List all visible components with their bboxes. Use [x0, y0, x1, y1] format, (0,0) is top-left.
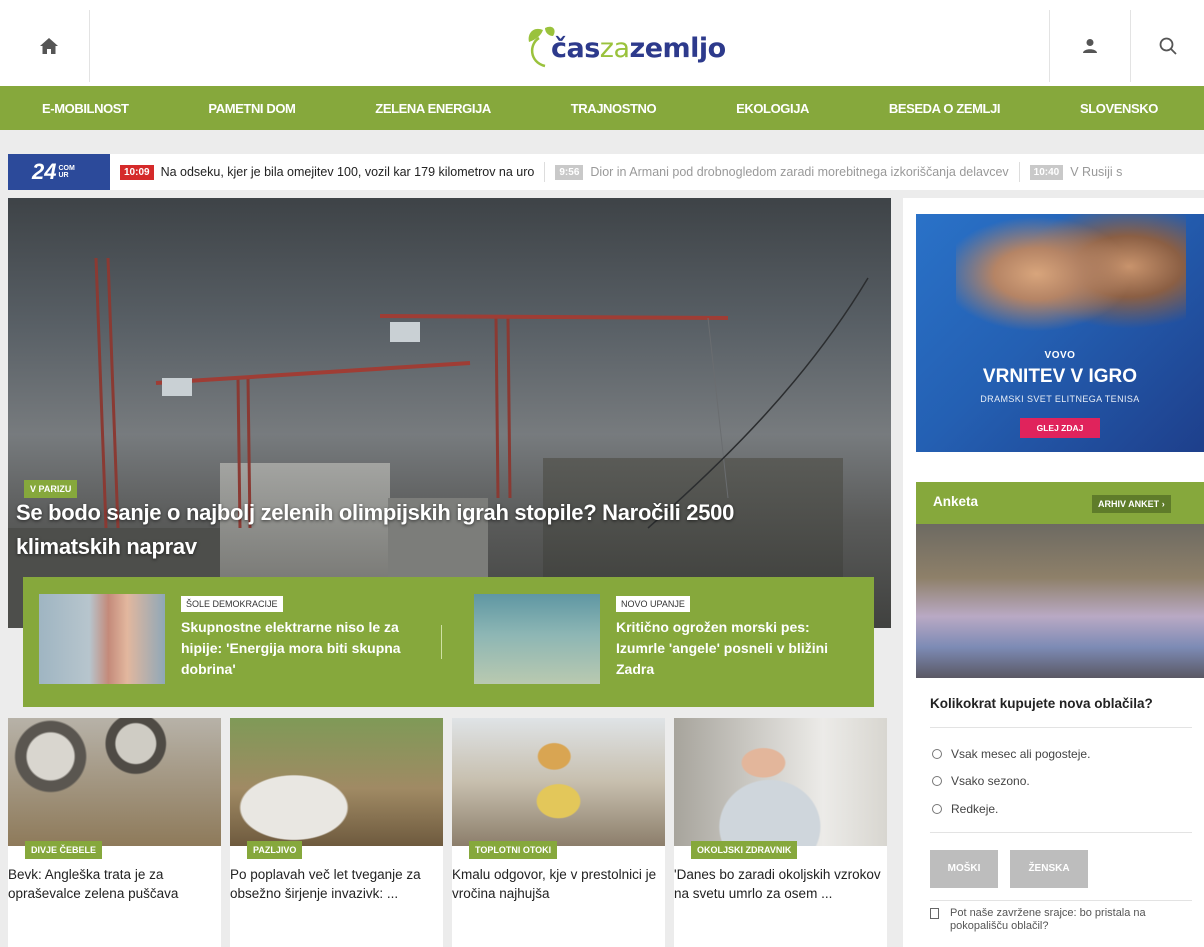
- poll-option-label[interactable]: Redkeje.: [951, 802, 998, 816]
- poll-option[interactable]: Vsak mesec ali pogosteje.: [932, 747, 1090, 761]
- article-card-image[interactable]: [230, 718, 443, 846]
- ticker-time: 9:56: [555, 164, 584, 180]
- featured-article-image[interactable]: [39, 594, 165, 684]
- poll-image: [916, 524, 1204, 678]
- article-card-kicker[interactable]: OKOLJSKI ZDRAVNIK: [691, 841, 798, 859]
- poll-divider: [930, 832, 1192, 833]
- ticker-divider: [1018, 162, 1020, 182]
- featured-article-title[interactable]: Skupnostne elektrarne niso le za hipije:…: [181, 617, 411, 680]
- ticker-item[interactable]: 10:09 Na odseku, kjer je bila omejitev 1…: [120, 164, 535, 180]
- ticker-time: 10:40: [1029, 164, 1064, 180]
- ticker-text: Dior in Armani pod drobnogledom zaradi m…: [590, 165, 1009, 179]
- poll-divider: [930, 900, 1192, 901]
- article-card-image[interactable]: [674, 718, 887, 846]
- article-card-kicker[interactable]: PAZLJIVO: [247, 841, 303, 859]
- site-logo[interactable]: časzazemljo: [523, 20, 726, 70]
- ad-image: [956, 214, 1186, 364]
- article-card-image[interactable]: [452, 718, 665, 846]
- article-card-title[interactable]: Bevk: Angleška trata je za opraševalce z…: [8, 865, 221, 903]
- document-icon: [930, 908, 939, 919]
- featured-articles: ŠOLE DEMOKRACIJE Skupnostne elektrarne n…: [23, 577, 874, 707]
- article-card-kicker[interactable]: TOPLOTNI OTOKI: [469, 841, 558, 859]
- ticker-text: V Rusiji s: [1070, 165, 1123, 179]
- related-article[interactable]: Pot naše zavržene srajce: bo pristala na…: [930, 907, 1180, 933]
- poll-option-label[interactable]: Vsak mesec ali pogosteje.: [951, 747, 1090, 761]
- article-card-title[interactable]: Kmalu odgovor, kje v prestolnici je vroč…: [452, 865, 665, 903]
- poll-title: Anketa: [933, 494, 979, 509]
- nav-item-e-mobilnost[interactable]: E-MOBILNOST: [42, 101, 129, 116]
- main-navigation: E-MOBILNOST PAMETNI DOM ZELENA ENERGIJA …: [0, 86, 1204, 130]
- nav-item-beseda-o-zemlji[interactable]: BESEDA O ZEMLJI: [889, 101, 1001, 116]
- user-button[interactable]: [1049, 10, 1131, 82]
- nav-item-pametni-dom[interactable]: PAMETNI DOM: [208, 101, 295, 116]
- poll-button-male[interactable]: MOŠKI: [930, 850, 998, 888]
- article-card[interactable]: DIVJE ČEBELE Bevk: Angleška trata je za …: [8, 718, 221, 947]
- advertisement-banner[interactable]: VOVO VRNITEV V IGRO DRAMSKI SVET ELITNEG…: [916, 214, 1204, 452]
- poll-option-label[interactable]: Vsako sezono.: [951, 774, 1030, 788]
- ad-subline: DRAMSKI SVET ELITNEGA TENISA: [980, 394, 1140, 404]
- search-button[interactable]: [1131, 10, 1204, 82]
- nav-item-slovensko[interactable]: SLOVENSKO: [1080, 101, 1158, 116]
- 24ur-logo[interactable]: 24 COM UR: [8, 154, 110, 190]
- nav-item-zelena-energija[interactable]: ZELENA ENERGIJA: [375, 101, 491, 116]
- poll-widget: Anketa ARHIV ANKET › Kolikokrat kupujete…: [916, 482, 1204, 947]
- ad-headline: VRNITEV V IGRO: [982, 366, 1138, 387]
- ad-brand: VOVO: [1044, 350, 1076, 361]
- ad-cta-button[interactable]: GLEJ ZDAJ: [1020, 418, 1100, 438]
- user-icon: [1083, 39, 1097, 53]
- home-button[interactable]: [8, 10, 90, 82]
- site-header: časzazemljo: [0, 0, 1204, 86]
- poll-header: Anketa ARHIV ANKET ›: [916, 482, 1204, 524]
- search-icon: [1159, 37, 1177, 55]
- radio-icon[interactable]: [932, 749, 942, 759]
- nav-item-trajnostno[interactable]: TRAJNOSTNO: [571, 101, 657, 116]
- hero-article[interactable]: V PARIZU Se bodo sanje o najbolj zelenih…: [8, 198, 891, 628]
- article-card-kicker[interactable]: DIVJE ČEBELE: [25, 841, 103, 859]
- poll-option[interactable]: Vsako sezono.: [932, 774, 1030, 788]
- featured-article-label[interactable]: ŠOLE DEMOKRACIJE: [181, 596, 283, 612]
- ticker-item[interactable]: 9:56 Dior in Armani pod drobnogledom zar…: [555, 164, 1009, 180]
- featured-article[interactable]: ŠOLE DEMOKRACIJE Skupnostne elektrarne n…: [39, 594, 411, 684]
- featured-article-title[interactable]: Kritično ogrožen morski pes: Izumrle 'an…: [616, 617, 846, 680]
- ticker-time: 10:09: [120, 164, 154, 180]
- featured-divider: [441, 625, 442, 659]
- poll-button-female[interactable]: ŽENSKA: [1010, 850, 1088, 888]
- article-card[interactable]: PAZLJIVO Po poplavah več let tveganje za…: [230, 718, 443, 947]
- news-ticker: 24 COM UR 10:09 Na odseku, kjer je bila om…: [8, 154, 1204, 190]
- ticker-divider: [544, 162, 546, 182]
- logo-text: časzazemljo: [551, 32, 726, 64]
- article-cards: DIVJE ČEBELE Bevk: Angleška trata je za …: [8, 718, 892, 947]
- ticker-item[interactable]: 10:40 V Rusiji s: [1029, 164, 1123, 180]
- poll-question: Kolikokrat kupujete nova oblačila?: [930, 696, 1153, 711]
- article-card[interactable]: OKOLJSKI ZDRAVNIK 'Danes bo zaradi okolj…: [674, 718, 887, 947]
- ticker-text: Na odseku, kjer je bila omejitev 100, vo…: [160, 165, 535, 179]
- featured-article-image[interactable]: [474, 594, 600, 684]
- sidebar: VOVO VRNITEV V IGRO DRAMSKI SVET ELITNEG…: [903, 198, 1204, 947]
- home-icon: [39, 38, 58, 54]
- radio-icon[interactable]: [932, 776, 942, 786]
- featured-article-label[interactable]: NOVO UPANJE: [616, 596, 690, 612]
- related-article-title[interactable]: Pot naše zavržene srajce: bo pristala na…: [950, 907, 1180, 933]
- hero-title[interactable]: Se bodo sanje o najbolj zelenih olimpijs…: [16, 496, 836, 564]
- nav-item-ekologija[interactable]: EKOLOGIJA: [736, 101, 809, 116]
- article-card[interactable]: TOPLOTNI OTOKI Kmalu odgovor, kje v pres…: [452, 718, 665, 947]
- poll-divider: [930, 727, 1192, 728]
- poll-archive-button[interactable]: ARHIV ANKET ›: [1092, 495, 1171, 513]
- article-card-title[interactable]: Po poplavah več let tveganje za obsežno …: [230, 865, 443, 903]
- article-card-title[interactable]: 'Danes bo zaradi okoljskih vzrokov na sv…: [674, 865, 887, 903]
- poll-option[interactable]: Redkeje.: [932, 802, 998, 816]
- radio-icon[interactable]: [932, 804, 942, 814]
- featured-article[interactable]: NOVO UPANJE Kritično ogrožen morski pes:…: [474, 594, 846, 684]
- chevron-right-icon: ›: [1161, 499, 1165, 509]
- article-card-image[interactable]: [8, 718, 221, 846]
